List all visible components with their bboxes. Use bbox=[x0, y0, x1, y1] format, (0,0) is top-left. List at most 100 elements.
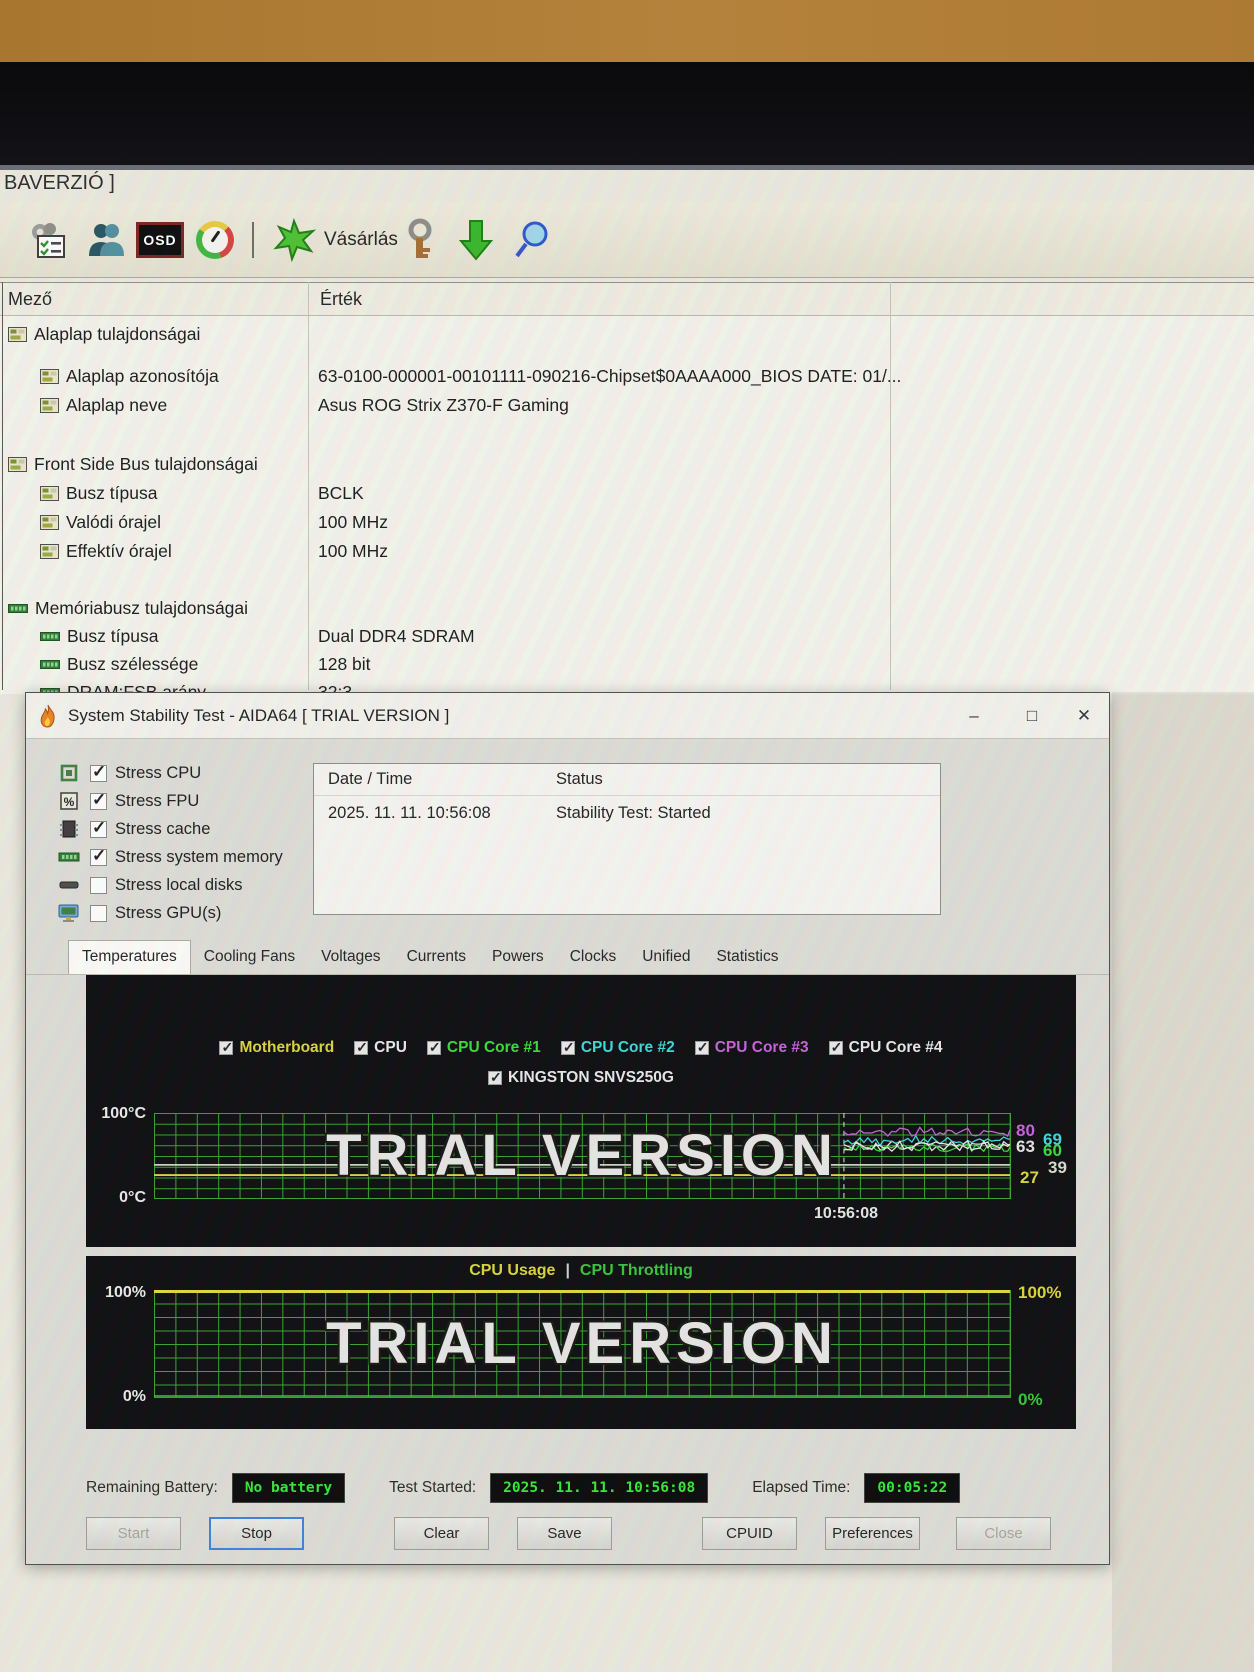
stress-option-cpu: Stress CPU bbox=[56, 761, 201, 785]
stress-memory-checkbox[interactable] bbox=[90, 846, 107, 866]
tree-item[interactable]: Alaplap azonosítója bbox=[40, 362, 219, 390]
stress-cache-checkbox[interactable] bbox=[90, 818, 107, 838]
legend-kingston[interactable]: KINGSTON SNVS250G bbox=[488, 1069, 674, 1087]
legend-checkbox[interactable] bbox=[426, 1039, 441, 1056]
close-window-button[interactable]: ✕ bbox=[1069, 701, 1099, 731]
stress-fpu-checkbox[interactable] bbox=[90, 790, 107, 810]
cache-icon bbox=[56, 818, 82, 840]
ram-icon bbox=[40, 630, 60, 643]
temp-value-kingston: 39 bbox=[1048, 1158, 1067, 1177]
stress-cpu-checkbox[interactable] bbox=[90, 762, 107, 782]
legend-checkbox[interactable] bbox=[560, 1039, 575, 1056]
elapsed-time-label: Elapsed Time: bbox=[752, 1479, 851, 1496]
status-bar: Remaining Battery: No battery Test Start… bbox=[86, 1468, 1051, 1508]
temp-y-max: 100°C bbox=[101, 1105, 146, 1122]
tab-cooling-fans[interactable]: Cooling Fans bbox=[191, 941, 308, 974]
maximize-button[interactable]: □ bbox=[1017, 701, 1047, 731]
cpu-throttling-label: CPU Throttling bbox=[579, 1262, 693, 1279]
tab-clocks[interactable]: Clocks bbox=[557, 941, 630, 974]
tab-currents[interactable]: Currents bbox=[394, 941, 479, 974]
save-button[interactable]: Save bbox=[517, 1516, 612, 1550]
legend-motherboard[interactable]: Motherboard bbox=[219, 1039, 334, 1057]
board-icon bbox=[40, 514, 59, 530]
legend-checkbox[interactable] bbox=[828, 1039, 843, 1056]
ram-icon bbox=[8, 602, 28, 615]
main-toolbar: OSD Vásárlás bbox=[0, 202, 1254, 278]
column-divider-right[interactable] bbox=[890, 282, 891, 690]
preferences-button[interactable]: Preferences bbox=[825, 1516, 920, 1550]
column-value[interactable]: Érték bbox=[320, 289, 362, 310]
tree-item[interactable]: Valódi órajel bbox=[40, 508, 161, 536]
board-icon bbox=[40, 368, 59, 384]
tree-group-fsb[interactable]: Front Side Bus tulajdonságai bbox=[8, 450, 258, 478]
svg-text:%: % bbox=[64, 795, 75, 809]
tab-unified[interactable]: Unified bbox=[629, 941, 703, 974]
buy-label: Vásárlás bbox=[324, 229, 398, 250]
legend-checkbox[interactable] bbox=[694, 1039, 709, 1056]
tab-voltages[interactable]: Voltages bbox=[308, 941, 393, 974]
column-divider[interactable] bbox=[308, 282, 309, 690]
buy-button[interactable]: Vásárlás bbox=[272, 216, 398, 264]
stop-button[interactable]: Stop bbox=[209, 1516, 304, 1550]
cpu-icon bbox=[56, 762, 82, 784]
tab-powers[interactable]: Powers bbox=[479, 941, 557, 974]
board-icon bbox=[40, 485, 59, 501]
stress-disks-checkbox[interactable] bbox=[90, 876, 107, 894]
start-button[interactable]: Start bbox=[86, 1516, 181, 1550]
battery-label: Remaining Battery: bbox=[86, 1479, 218, 1496]
tab-temperatures[interactable]: Temperatures bbox=[68, 940, 191, 974]
stress-gpu-checkbox[interactable] bbox=[90, 904, 107, 922]
list-header: Mező Érték bbox=[0, 282, 1254, 316]
download-arrow-icon[interactable] bbox=[452, 216, 500, 264]
tree-group-membus[interactable]: Memóriabusz tulajdonságai bbox=[8, 594, 248, 622]
temp-legend-row-1: Motherboard CPU CPU Core #1 CPU Core #2 … bbox=[86, 1039, 1076, 1057]
column-field[interactable]: Mező bbox=[8, 289, 52, 310]
temp-value-cpu: 63 bbox=[1016, 1137, 1035, 1156]
legend-checkbox[interactable] bbox=[354, 1039, 369, 1056]
tree-group-motherboard[interactable]: Alaplap tulajdonságai bbox=[8, 320, 200, 348]
users-icon[interactable] bbox=[80, 216, 132, 264]
flame-icon bbox=[38, 704, 58, 728]
tab-statistics[interactable]: Statistics bbox=[703, 941, 791, 974]
legend-checkbox[interactable] bbox=[488, 1069, 503, 1086]
stability-title-bar[interactable]: System Stability Test - AIDA64 [ TRIAL V… bbox=[26, 693, 1109, 739]
test-started-value: 2025. 11. 11. 10:56:08 bbox=[490, 1473, 709, 1503]
legend-cpu-core-1[interactable]: CPU Core #1 bbox=[426, 1039, 541, 1057]
temp-value-motherboard: 27 bbox=[1020, 1168, 1039, 1187]
legend-cpu-core-3[interactable]: CPU Core #3 bbox=[694, 1039, 809, 1057]
board-icon bbox=[40, 543, 59, 559]
report-settings-icon[interactable] bbox=[22, 216, 74, 264]
cpuid-button[interactable]: CPUID bbox=[702, 1516, 797, 1550]
legend-checkbox[interactable] bbox=[219, 1039, 234, 1056]
legend-cpu-core-2[interactable]: CPU Core #2 bbox=[560, 1039, 675, 1057]
temp-legend-row-2: KINGSTON SNVS250G bbox=[86, 1069, 1076, 1087]
tree-item[interactable]: Busz típusa bbox=[40, 479, 157, 507]
main-window-title: BAVERZIÓ ] bbox=[4, 172, 115, 194]
header-divider: | bbox=[565, 1262, 570, 1279]
search-icon[interactable] bbox=[508, 216, 556, 264]
fpu-icon: % bbox=[56, 790, 82, 812]
legend-cpu-core-4[interactable]: CPU Core #4 bbox=[828, 1039, 943, 1057]
test-log-panel[interactable]: Date / Time Status 2025. 11. 11. 10:56:0… bbox=[313, 763, 941, 915]
minimize-button[interactable]: – bbox=[959, 701, 989, 731]
board-icon bbox=[8, 326, 27, 342]
tree-item[interactable]: Alaplap neve bbox=[40, 391, 167, 419]
osd-icon[interactable]: OSD bbox=[136, 216, 184, 264]
stress-option-cache: Stress cache bbox=[56, 817, 210, 841]
log-col-datetime[interactable]: Date / Time bbox=[328, 770, 412, 789]
gauge-icon[interactable] bbox=[196, 216, 234, 264]
key-icon[interactable] bbox=[395, 216, 443, 264]
usage-graph: CPU Usage | CPU Throttling 100% 0% TRIAL… bbox=[86, 1256, 1076, 1429]
elapsed-time-value: 00:05:22 bbox=[864, 1473, 961, 1503]
close-button[interactable]: Close bbox=[956, 1516, 1051, 1550]
usage-graph-header: CPU Usage | CPU Throttling bbox=[86, 1262, 1076, 1280]
clear-button[interactable]: Clear bbox=[394, 1516, 489, 1550]
monitor-right-frame bbox=[1112, 692, 1254, 1672]
log-col-status[interactable]: Status bbox=[556, 770, 603, 789]
memory-icon bbox=[56, 850, 82, 864]
tree-item[interactable]: Busz típusa bbox=[40, 622, 158, 650]
disk-icon bbox=[56, 879, 82, 891]
tree-item[interactable]: Busz szélessége bbox=[40, 650, 198, 678]
tree-item[interactable]: Effektív órajel bbox=[40, 537, 172, 565]
legend-cpu[interactable]: CPU bbox=[354, 1039, 407, 1057]
